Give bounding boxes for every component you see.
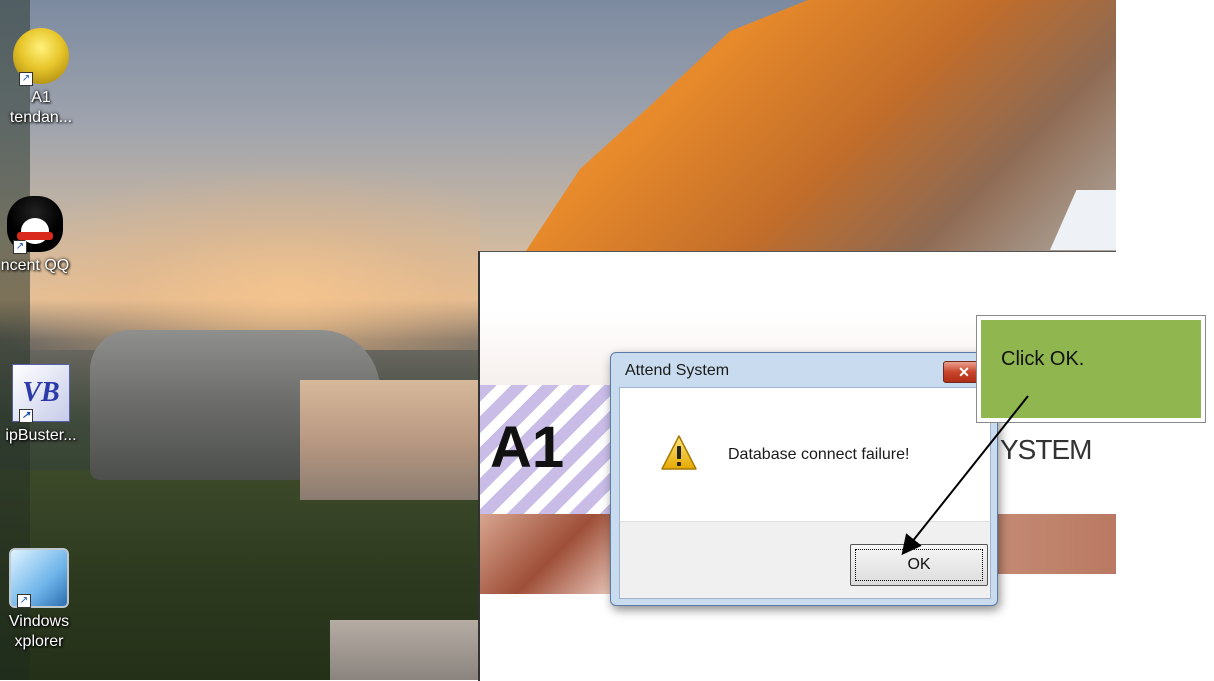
close-icon: ✕: [958, 364, 970, 380]
app-logo-text: A1: [490, 415, 565, 480]
instruction-callout: Click OK.: [976, 315, 1206, 423]
desktop-icon-label: Vindows xplorer: [8, 613, 70, 650]
desktop-icon-label: A1 tendan...: [9, 89, 73, 126]
callout-text: Click OK.: [1001, 348, 1085, 370]
dialog-titlebar[interactable]: Attend System ✕: [611, 353, 997, 387]
app-system-text: YSTEM: [1000, 434, 1092, 465]
desktop-icon-vb-clipbuster[interactable]: VB ↗ ipBuster...: [0, 364, 86, 446]
computer-icon: ↗: [9, 548, 69, 608]
shortcut-arrow-icon: ↗: [17, 594, 31, 608]
mountain: [520, 0, 1116, 260]
dialog-title: Attend System: [625, 362, 730, 379]
splash-photo: [480, 514, 610, 594]
dialog-body: Database connect failure!: [619, 387, 991, 522]
ok-button[interactable]: OK: [850, 544, 988, 586]
desktop-icon-label: ncent QQ: [0, 257, 70, 274]
desktop-icon-label: ipBuster...: [5, 427, 77, 444]
desktop-icon-windows-explorer[interactable]: ↗ Vindows xplorer: [0, 548, 84, 652]
desktop-icon-tencent-qq[interactable]: ↗ ncent QQ: [0, 196, 80, 276]
shortcut-arrow-icon: ↗: [19, 72, 33, 86]
coins-icon: ↗: [13, 28, 69, 86]
lake-reflection: [330, 620, 480, 680]
vb-icon: VB ↗: [12, 364, 70, 423]
desktop-icon-a1-attendance[interactable]: ↗ A1 tendan...: [0, 28, 86, 128]
shortcut-arrow-icon: ↗: [19, 409, 33, 423]
error-dialog: Attend System ✕ Database connect failure…: [610, 352, 998, 606]
error-message: Database connect failure!: [728, 446, 910, 463]
shortcut-arrow-icon: ↗: [13, 240, 27, 254]
warning-icon: [661, 435, 697, 470]
penguin-icon: ↗: [7, 196, 63, 254]
lake: [300, 380, 480, 500]
dialog-footer: OK: [619, 521, 991, 599]
